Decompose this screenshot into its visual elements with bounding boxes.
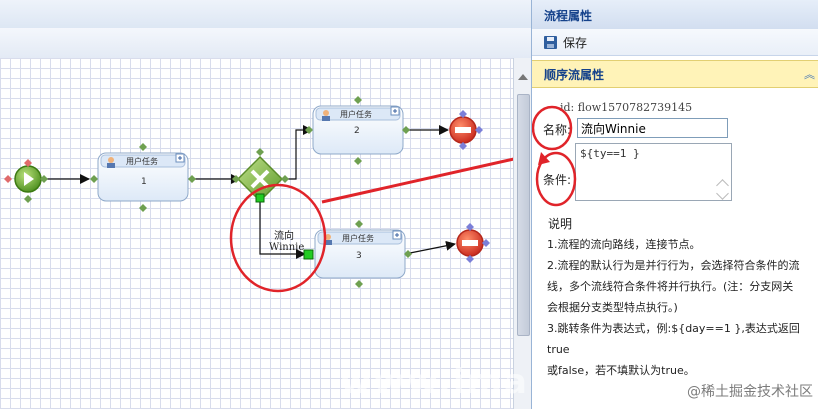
- property-panel: 流程属性 保存 顺序流属性 ︽ id: flow1570782739145 名称…: [531, 0, 818, 409]
- section-title: 顺序流属性: [544, 68, 605, 82]
- save-button[interactable]: 保存: [544, 33, 587, 51]
- floppy-disk-icon: [544, 35, 557, 49]
- user-task-3[interactable]: 用户任务 3: [303, 220, 412, 288]
- user-task-2[interactable]: 用户任务 2: [305, 96, 410, 165]
- description-line: 3.跳转条件为表达式，例:${day==1 },表达式返回true: [547, 322, 800, 356]
- section-header-flow-properties[interactable]: 顺序流属性 ︽: [532, 60, 818, 88]
- description-line: 会根据分支类型特点执行。): [547, 301, 678, 314]
- scroll-up-arrow-icon[interactable]: [518, 74, 528, 80]
- save-label: 保存: [563, 35, 588, 50]
- exclusive-gateway[interactable]: [232, 148, 289, 203]
- process-designer: 用户任务 1 用户任务 2 用户任务 3 流向 Winnie www.imag: [0, 0, 553, 409]
- panel-toolbar: 保存: [532, 29, 818, 56]
- scroll-down-icon[interactable]: [716, 187, 729, 200]
- description-line: 线，多个流线符合条件将并行执行。(注：分支网关: [547, 280, 794, 293]
- task-1-number: 1: [141, 177, 147, 187]
- description-line: 2.流程的默认行为是并行行为，会选择符合条件的流: [547, 259, 800, 272]
- task-2-header: 用户任务: [340, 109, 372, 119]
- task-1-header: 用户任务: [126, 156, 158, 166]
- designer-header-bar: [0, 0, 531, 29]
- end-event-2[interactable]: [456, 223, 490, 263]
- panel-title-bar: 流程属性: [532, 0, 818, 30]
- scroll-thumb[interactable]: [517, 94, 530, 336]
- canvas-vertical-scrollbar[interactable]: [513, 58, 532, 409]
- diagram-canvas[interactable]: 用户任务 1 用户任务 2 用户任务 3 流向 Winnie: [0, 58, 513, 409]
- name-input[interactable]: [577, 118, 728, 138]
- end-event-1[interactable]: [449, 110, 483, 150]
- description-line: 1.流程的流向路线，连接节点。: [547, 238, 701, 251]
- watermark: @稀土掘金技术社区: [687, 384, 813, 400]
- condition-textarea[interactable]: ${ty==1 }: [575, 143, 732, 201]
- description-line: 或false，若不填默认为true。: [547, 364, 695, 377]
- annotation-arrowhead: [538, 152, 550, 165]
- flow-label-line1: 流向: [274, 229, 294, 242]
- user-task-1[interactable]: 用户任务 1: [90, 143, 196, 212]
- description-title: 说明: [548, 217, 573, 231]
- condition-scrollbar[interactable]: [716, 145, 730, 200]
- description-text: 1.流程的流向路线，连接节点。 2.流程的默认行为是并行行为，会选择符合条件的流…: [547, 234, 818, 381]
- task-3-number: 3: [356, 251, 362, 261]
- panel-title: 流程属性: [544, 9, 593, 23]
- id-row: id: flow1570782739145: [560, 101, 692, 114]
- id-value: flow1570782739145: [577, 101, 693, 114]
- start-event[interactable]: [4, 159, 48, 203]
- id-label: id:: [560, 101, 575, 114]
- condition-label: 条件:: [543, 173, 572, 187]
- annotation-arrow: [321, 157, 513, 204]
- name-label: 名称:: [543, 123, 572, 137]
- double-chevron-up-icon[interactable]: ︽: [804, 66, 815, 82]
- task-2-number: 2: [354, 126, 360, 136]
- flow-label-line2: Winnie: [269, 242, 304, 253]
- task-3-header: 用户任务: [342, 233, 374, 243]
- designer-toolbar: [0, 28, 531, 59]
- watermark-faint: www.imag: [340, 362, 556, 402]
